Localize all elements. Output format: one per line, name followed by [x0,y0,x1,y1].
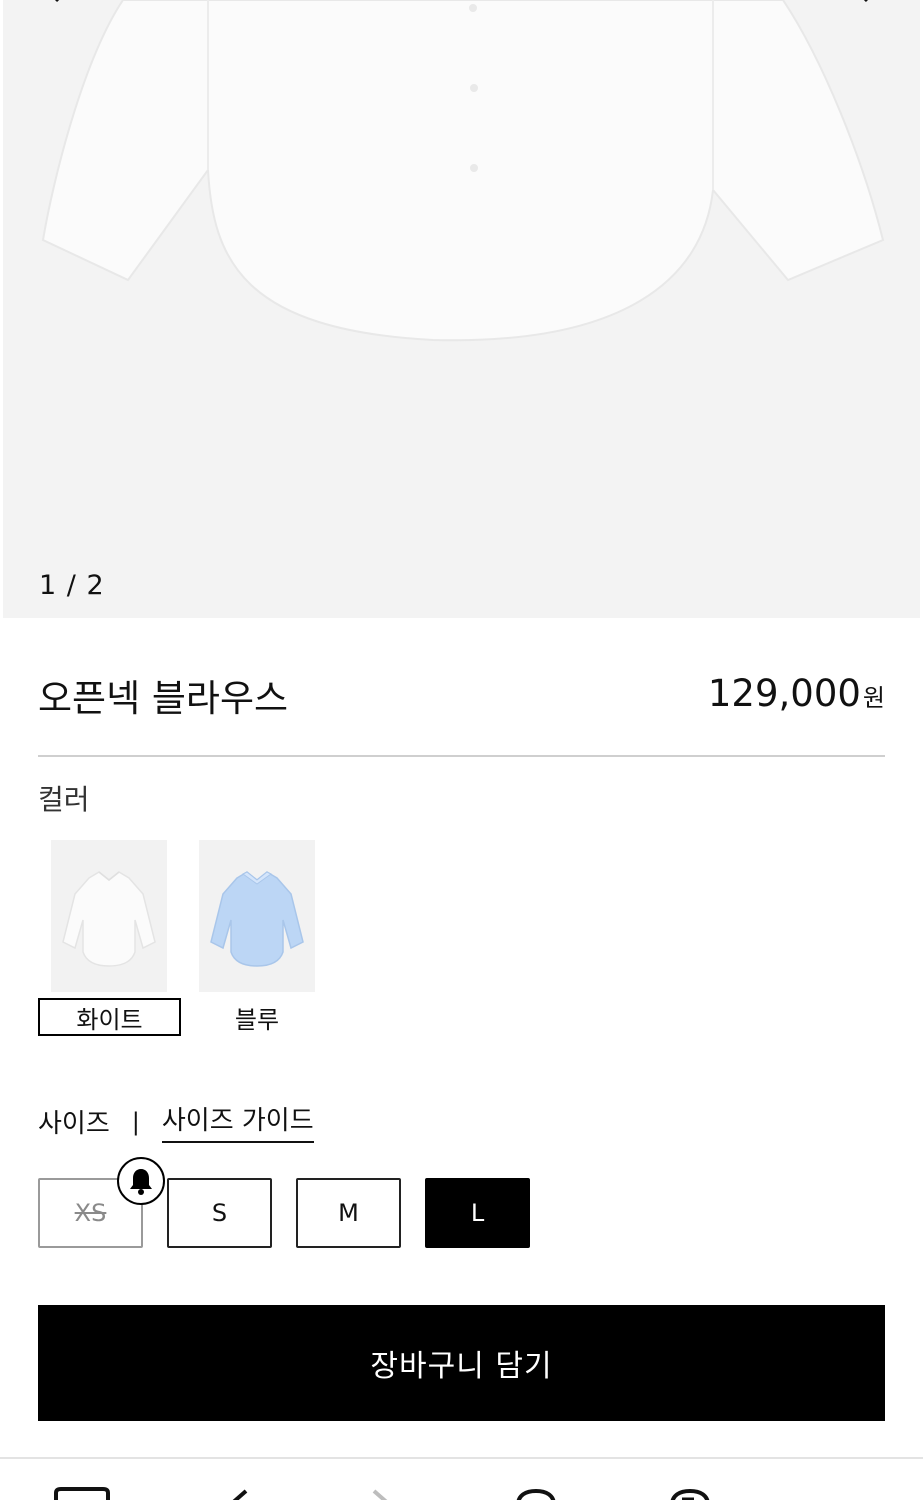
chevron-right-icon [863,0,868,3]
size-option-s[interactable]: S [167,1178,272,1248]
back-icon[interactable] [206,1487,266,1500]
color-swatch-white[interactable] [51,840,167,992]
blue-shirt-thumbnail [210,871,304,967]
price-currency: 원 [862,684,885,712]
product-image-gallery[interactable]: 1 / 2 [3,0,920,618]
prev-image-button[interactable] [43,0,83,22]
bell-icon [130,1169,152,1195]
search-icon[interactable] [506,1487,566,1500]
size-guide-link[interactable]: 사이즈 가이드 [161,1100,314,1143]
image-counter: 1 / 2 [39,570,105,601]
color-option-blue[interactable]: 블루 [184,998,330,1036]
restock-alert-button[interactable] [117,1157,165,1205]
tabs-icon[interactable] [52,1487,112,1500]
price-value: 129,000 [707,672,861,715]
add-to-cart-button[interactable]: 장바구니 담기 [38,1305,885,1421]
color-swatch-blue[interactable] [199,840,315,992]
menu-icon[interactable] [660,1487,720,1500]
size-separator: | [131,1107,140,1136]
color-option-white[interactable]: 화이트 [38,998,181,1036]
divider [38,755,885,757]
white-shirt-thumbnail [62,871,156,967]
product-image [41,0,885,342]
product-name: 오픈넥 블라우스 [38,677,289,720]
forward-icon[interactable] [352,1487,412,1500]
next-image-button[interactable] [840,0,880,22]
product-header: 오픈넥 블라우스 129,000원 [38,664,885,724]
browser-toolbar [0,1457,923,1500]
chevron-left-icon [55,0,60,3]
size-header: 사이즈 | 사이즈 가이드 [38,1100,314,1143]
product-price: 129,000원 [708,672,885,715]
size-label: 사이즈 [38,1109,110,1139]
size-option-l[interactable]: L [425,1178,530,1248]
size-option-m[interactable]: M [296,1178,401,1248]
color-label: 컬러 [38,783,90,816]
